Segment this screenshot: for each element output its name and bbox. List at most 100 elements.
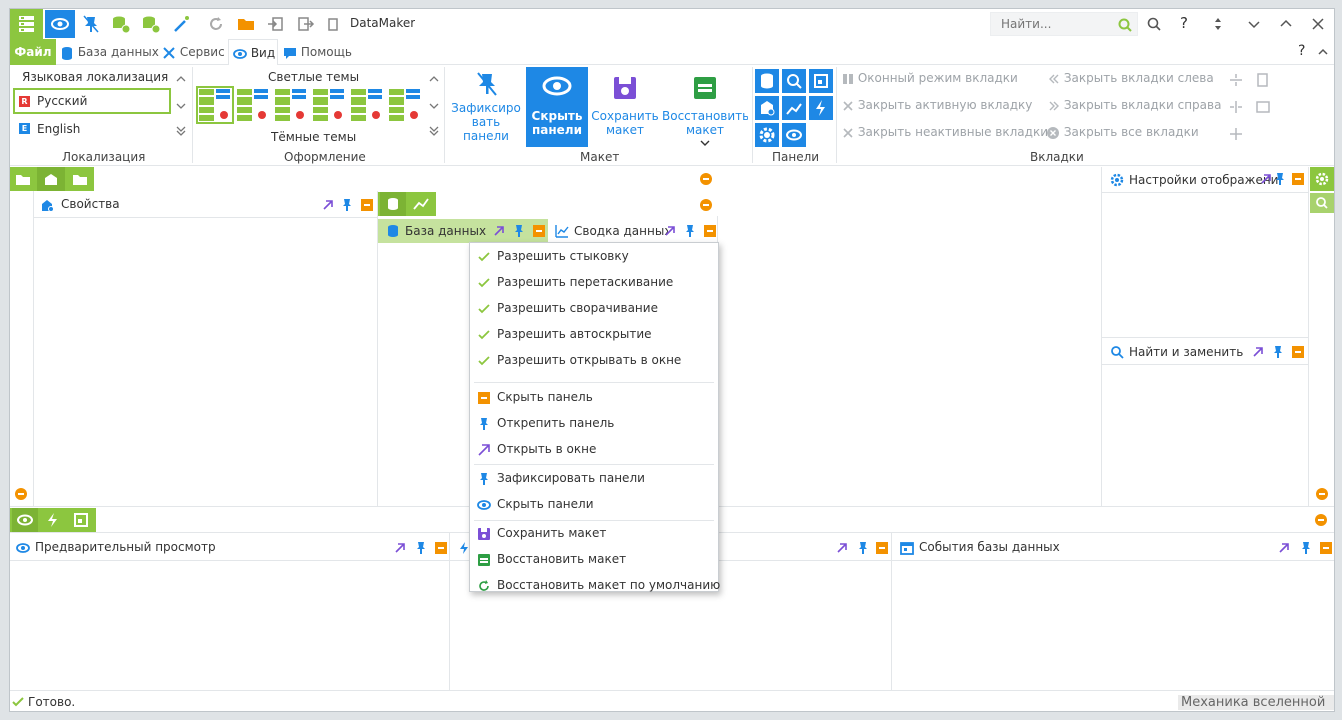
panel-toggle-actions[interactable]	[809, 96, 833, 120]
ribbon-collapse-icon[interactable]	[1316, 45, 1330, 59]
panel-toggle-preview[interactable]	[782, 123, 806, 147]
close-inactive-tabs-button[interactable]: Закрыть неактивные вкладки	[842, 125, 1048, 143]
split-horizontal-icon[interactable]	[1229, 73, 1243, 87]
summary-group-tab[interactable]	[408, 192, 434, 216]
qat-view-button[interactable]	[45, 10, 75, 38]
pin-icon[interactable]	[684, 224, 696, 238]
split-vertical-icon[interactable]	[1229, 100, 1243, 114]
qat-add-db-button[interactable]	[110, 13, 132, 35]
hide-panel-icon[interactable]	[704, 225, 716, 237]
restore-layout-button[interactable]: Восстановить макет	[662, 67, 748, 157]
folder-tab[interactable]	[12, 167, 34, 191]
close-all-tabs-button[interactable]: Закрыть все вкладки	[1046, 125, 1199, 143]
menu-item-allow-docking[interactable]: Разрешить стыковку	[470, 244, 718, 270]
gallery-up-icon[interactable]	[175, 73, 187, 85]
pin-icon[interactable]	[513, 224, 525, 238]
database-panel-tab[interactable]: База данных	[378, 219, 548, 243]
panel-toggle-settings[interactable]	[755, 123, 779, 147]
hide-panel-icon[interactable]	[1320, 542, 1332, 554]
tab-file[interactable]: Файл	[10, 39, 56, 65]
database-group-tab[interactable]	[380, 192, 406, 216]
preview-tab[interactable]	[12, 508, 38, 532]
tab-service[interactable]: Сервис	[162, 39, 225, 65]
menu-item-allow-collapse[interactable]: Разрешить сворачивание	[470, 296, 718, 322]
pin-icon[interactable]	[415, 541, 427, 555]
chevron-up-icon[interactable]	[1278, 16, 1294, 32]
app-menu-button[interactable]	[10, 9, 43, 39]
gallery-expand-icon[interactable]	[428, 125, 440, 137]
new-document-icon[interactable]	[1256, 73, 1270, 87]
collapse-center-group-icon[interactable]	[699, 198, 713, 212]
gallery-down-icon[interactable]	[175, 100, 187, 112]
new-window-icon[interactable]	[1256, 100, 1270, 114]
close-left-tabs-button[interactable]: Закрыть вкладки слева	[1048, 71, 1214, 89]
close-active-tab-button[interactable]: Закрыть активную вкладку	[842, 98, 1032, 116]
open-in-window-icon[interactable]	[322, 199, 334, 211]
hide-panel-icon[interactable]	[435, 542, 447, 554]
move-icon[interactable]	[1229, 127, 1243, 141]
panel-toggle-search[interactable]	[782, 69, 806, 93]
events-tab[interactable]	[68, 508, 94, 532]
menu-item-pin-panels[interactable]: Зафиксировать панели	[470, 466, 718, 492]
qat-db-settings-button[interactable]	[140, 13, 162, 35]
pin-icon[interactable]	[857, 541, 869, 555]
tab-view[interactable]: Вид	[228, 39, 278, 66]
ribbon-help-button[interactable]: ?	[1298, 43, 1305, 59]
hide-panel-icon[interactable]	[1292, 346, 1304, 358]
chevron-down-icon[interactable]	[1246, 16, 1262, 32]
tab-database[interactable]: База данных	[60, 39, 159, 65]
hide-panel-icon[interactable]	[876, 542, 888, 554]
menu-item-allow-window[interactable]: Разрешить открывать в окне	[470, 348, 718, 374]
menu-item-open-window[interactable]: Открыть в окне	[470, 437, 718, 463]
hide-panel-icon[interactable]	[361, 199, 373, 211]
pin-icon[interactable]	[1300, 541, 1312, 555]
hide-panel-icon[interactable]	[533, 225, 545, 237]
properties-tab[interactable]	[37, 167, 65, 191]
search-input[interactable]	[991, 13, 1106, 35]
language-option-russian[interactable]: R Русский	[13, 88, 171, 114]
menu-item-save-layout[interactable]: Сохранить макет	[470, 521, 718, 547]
search-icon[interactable]	[1117, 17, 1133, 33]
menu-item-restore-layout[interactable]: Восстановить макет	[470, 547, 718, 573]
hide-panel-icon[interactable]	[1292, 173, 1304, 185]
menu-item-hide-panels[interactable]: Скрыть панели	[470, 492, 718, 518]
panel-toggle-events[interactable]	[809, 69, 833, 93]
qat-wand-button[interactable]	[170, 13, 192, 35]
open-in-window-icon[interactable]	[1252, 346, 1264, 358]
open-in-window-icon[interactable]	[1278, 542, 1290, 554]
summary-panel-tab[interactable]: Сводка данных	[550, 219, 718, 243]
gallery-expand-icon[interactable]	[175, 125, 187, 137]
tab-help[interactable]: Помощь	[283, 39, 352, 65]
qat-pin-button[interactable]	[80, 13, 102, 35]
pin-icon[interactable]	[1272, 345, 1284, 359]
collapse-right-dock-icon[interactable]	[1315, 487, 1329, 501]
qat-export-button[interactable]	[295, 13, 317, 35]
customize-icon[interactable]	[1210, 16, 1226, 32]
folder-tab-2[interactable]	[68, 167, 92, 191]
search-replace-icon[interactable]	[1146, 16, 1162, 32]
gallery-down-icon[interactable]	[428, 100, 440, 112]
open-in-window-icon[interactable]	[836, 542, 848, 554]
collapse-bottom-dock-icon[interactable]	[1314, 513, 1328, 527]
open-in-window-icon[interactable]	[1260, 173, 1272, 185]
collapse-top-icon[interactable]	[699, 172, 713, 186]
window-mode-button[interactable]: Оконный режим вкладки	[842, 71, 1018, 89]
save-layout-button[interactable]: Сохранить макет	[590, 67, 660, 147]
menu-item-hide-panel[interactable]: Скрыть панель	[470, 385, 718, 411]
pin-panels-button[interactable]: Зафиксиро вать панели	[448, 67, 524, 147]
menu-item-unpin-panel[interactable]: Открепить панель	[470, 411, 718, 437]
open-in-window-icon[interactable]	[664, 225, 676, 237]
open-in-window-icon[interactable]	[394, 542, 406, 554]
hide-panels-button[interactable]: Скрыть панели	[526, 67, 588, 147]
collapse-left-dock-icon[interactable]	[14, 487, 28, 501]
menu-item-restore-default[interactable]: Восстановить макет по умолчанию	[470, 573, 720, 593]
close-right-tabs-button[interactable]: Закрыть вкладки справа	[1048, 98, 1221, 116]
menu-item-allow-drag[interactable]: Разрешить перетаскивание	[470, 270, 718, 296]
help-button[interactable]: ?	[1180, 14, 1188, 32]
open-in-window-icon[interactable]	[493, 225, 505, 237]
qat-more-button[interactable]	[325, 13, 341, 35]
language-option-english[interactable]: E English	[13, 116, 171, 142]
qat-import-button[interactable]	[265, 13, 287, 35]
panel-toggle-summary[interactable]	[782, 96, 806, 120]
qat-refresh-button[interactable]	[205, 13, 227, 35]
